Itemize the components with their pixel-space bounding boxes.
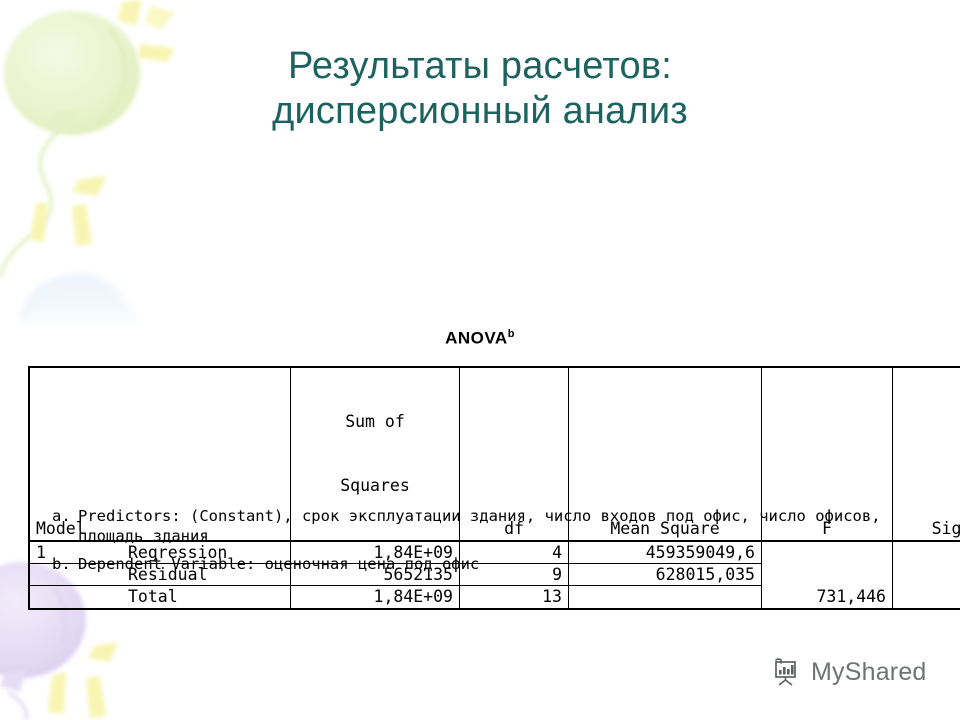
presentation-board-icon — [775, 658, 796, 686]
slide-title-line-2: дисперсионный анализ — [272, 89, 688, 132]
cell-sum-of-squares-total: 1,84E+09 — [290, 585, 460, 610]
cell-mean-square-total — [568, 585, 762, 610]
myshared-logo[interactable]: MyShared — [772, 657, 927, 687]
column-header-sum-of-squares-line-2: Squares — [340, 476, 410, 496]
slide-title-line-1: Результаты расчетов: — [287, 45, 673, 87]
anova-caption-text: ANOVA — [445, 328, 508, 348]
cell-df-total: 13 — [459, 585, 569, 610]
cell-model-total: Total — [28, 585, 291, 610]
footnote-a-text: Predictors: (Constant), срок эксплуатаци… — [78, 507, 881, 546]
footnote-b: b. Dependent Variable: оценочная цена по… — [52, 554, 942, 574]
footnote-a-marker: a. — [52, 507, 71, 525]
footnote-b-text: Dependent Variable: оценочная цена под о… — [78, 555, 480, 574]
row-label-total: Total — [128, 587, 178, 607]
table-footnotes: a. Predictors: (Constant), срок эксплуат… — [52, 506, 942, 582]
myshared-logo-text: MyShared — [811, 657, 927, 686]
slide-title: Результаты расчетов: дисперсионный анали… — [0, 44, 960, 134]
yellow-rays-bottom-decoration — [48, 642, 118, 718]
footnote-a: a. Predictors: (Constant), срок эксплуат… — [52, 506, 942, 546]
anova-table-caption: ANOVAb — [0, 328, 960, 349]
cloud-decoration — [20, 274, 138, 322]
anova-caption-superscript: b — [507, 328, 515, 340]
footnote-b-marker: b. — [52, 555, 71, 574]
column-header-sum-of-squares-line-1: Sum of — [345, 411, 405, 431]
